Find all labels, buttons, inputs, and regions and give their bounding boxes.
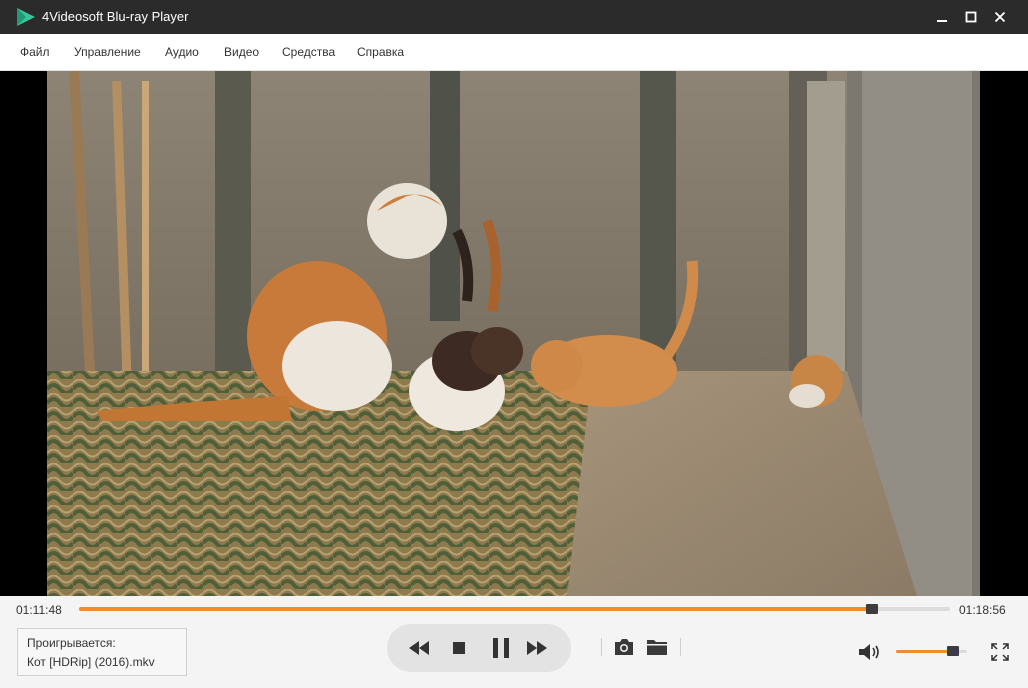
menu-video[interactable]: Видео (224, 45, 259, 59)
title-bar: 4Videosoft Blu-ray Player (0, 0, 1028, 34)
camera-icon (615, 639, 633, 655)
separator (680, 638, 681, 656)
menu-file[interactable]: Файл (20, 45, 50, 59)
window-title: 4Videosoft Blu-ray Player (42, 9, 189, 24)
progress-bar[interactable] (79, 604, 950, 614)
snapshot-button[interactable] (612, 636, 636, 658)
menu-audio[interactable]: Аудио (165, 45, 199, 59)
pause-button[interactable] (489, 636, 513, 660)
menu-help[interactable]: Справка (357, 45, 404, 59)
volume-button[interactable] (858, 641, 882, 663)
total-time: 01:18:56 (959, 603, 1006, 617)
fast-forward-icon (527, 641, 547, 655)
maximize-icon (965, 11, 977, 23)
fullscreen-button[interactable] (988, 641, 1012, 663)
menu-control[interactable]: Управление (74, 45, 141, 59)
rewind-icon (409, 641, 429, 655)
close-button[interactable] (985, 0, 1015, 34)
open-folder-button[interactable] (645, 636, 669, 658)
current-time: 01:11:48 (16, 603, 62, 617)
now-playing-file: Кот [HDRip] (2016).mkv (27, 655, 155, 669)
video-area[interactable] (0, 71, 1028, 596)
now-playing-label: Проигрывается: (27, 636, 116, 650)
volume-icon (859, 644, 879, 660)
menu-bar: Файл Управление Аудио Видео Средства Спр… (0, 34, 1028, 71)
fullscreen-icon (991, 643, 1009, 661)
now-playing-box: Проигрывается: Кот [HDRip] (2016).mkv (17, 628, 187, 676)
separator (601, 638, 602, 656)
folder-icon (647, 640, 667, 655)
menu-tools[interactable]: Средства (282, 45, 335, 59)
volume-fill (896, 650, 953, 653)
maximize-button[interactable] (956, 0, 986, 34)
progress-fill (79, 607, 872, 611)
fast-forward-button[interactable] (525, 636, 549, 660)
stop-button[interactable] (447, 636, 471, 660)
close-icon (994, 11, 1006, 23)
stop-icon (453, 642, 465, 654)
rewind-button[interactable] (407, 636, 431, 660)
volume-slider[interactable] (896, 646, 967, 656)
control-panel: 01:11:48 01:18:56 Проигрывается: Кот [HD… (0, 596, 1028, 688)
minimize-icon (937, 20, 947, 22)
volume-thumb[interactable] (946, 646, 959, 656)
video-frame[interactable] (47, 71, 980, 596)
transport-controls (387, 624, 571, 672)
play-logo-icon (17, 8, 35, 26)
minimize-button[interactable] (927, 0, 957, 34)
pause-icon (493, 638, 509, 658)
progress-thumb[interactable] (865, 604, 878, 614)
